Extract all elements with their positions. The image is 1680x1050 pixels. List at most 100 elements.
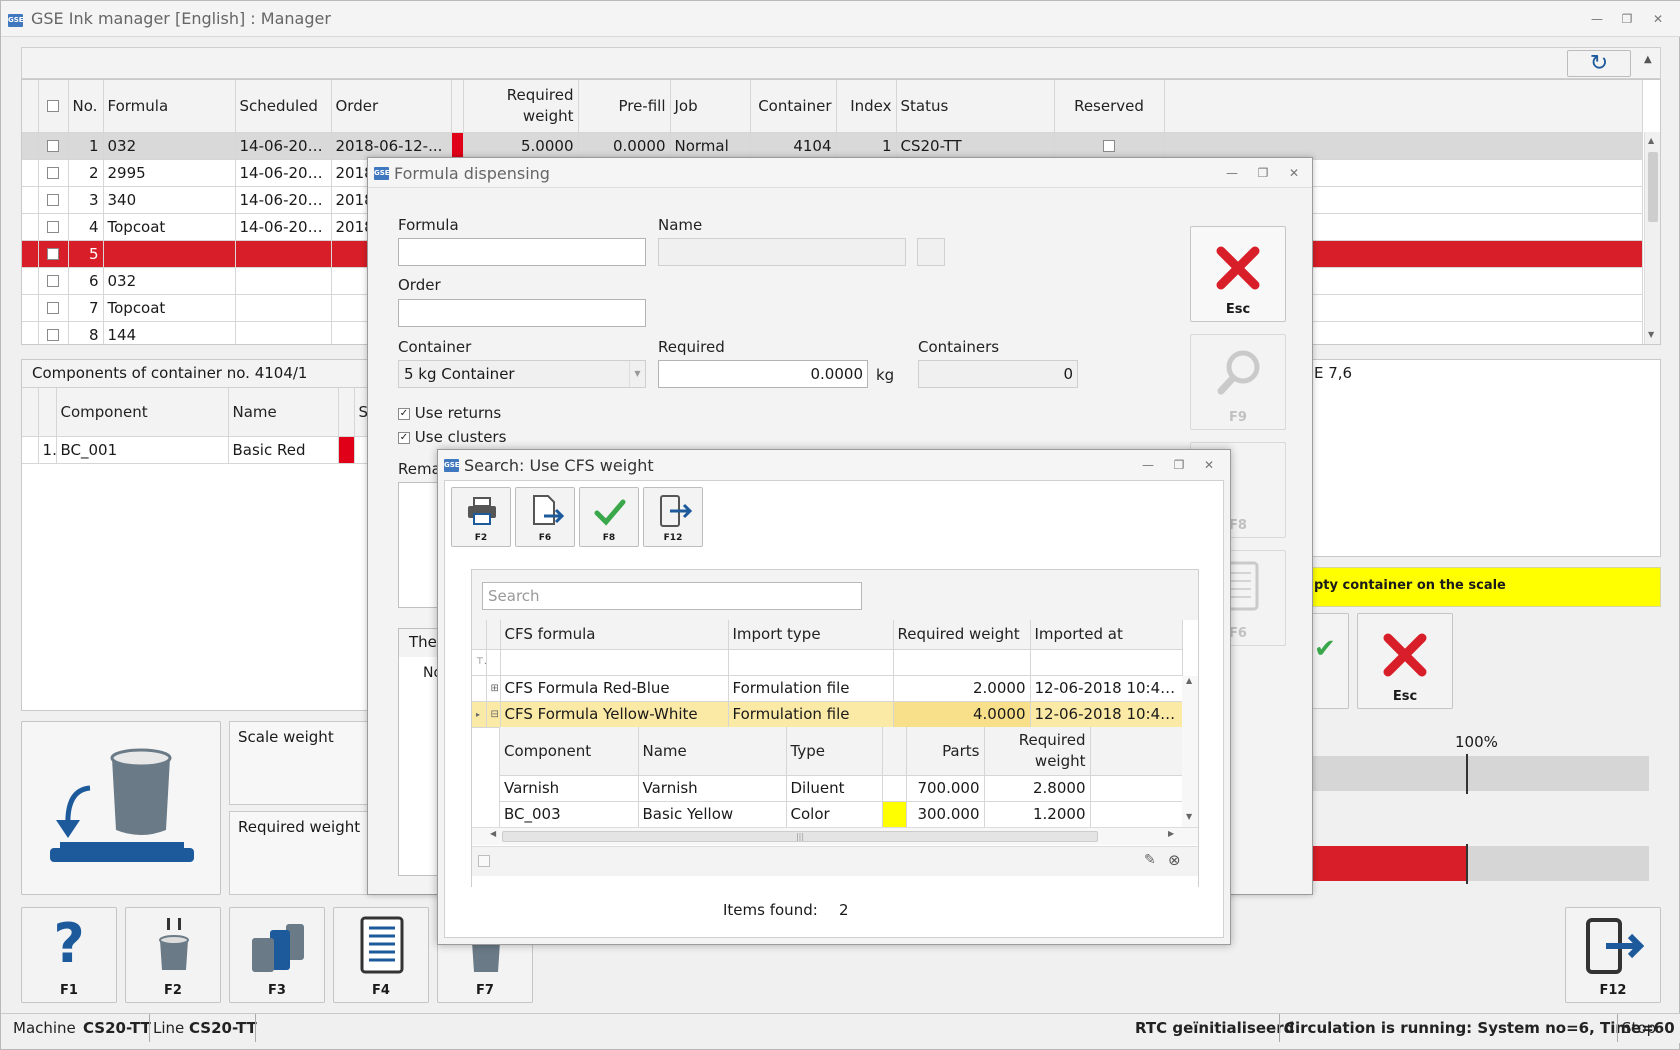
col-name[interactable]: Name bbox=[228, 388, 339, 437]
row-checkbox[interactable] bbox=[38, 240, 69, 268]
clear-filter-icon[interactable]: ⊗ bbox=[1168, 851, 1181, 869]
select-all-checkbox[interactable] bbox=[38, 80, 69, 133]
results-hscrollbar[interactable]: ◀ ||| ▶ bbox=[472, 827, 1198, 845]
jobs-scrollbar[interactable]: ▲ ▼ bbox=[1644, 132, 1660, 344]
expand-icon[interactable]: ⊞ bbox=[486, 675, 501, 702]
row-checkbox[interactable] bbox=[38, 267, 69, 295]
col-imported-at[interactable]: Imported at bbox=[1030, 620, 1183, 650]
table-row-selected[interactable]: ▸ ⊟ CFS Formula Yellow-White Formulation f… bbox=[472, 701, 1183, 728]
col-import-type[interactable]: Import type bbox=[728, 620, 894, 650]
col-cfs-formula[interactable]: CFS formula bbox=[500, 620, 729, 650]
detail-row[interactable]: BC_003 Basic Yellow Color 300.000 1.2000 bbox=[500, 801, 1183, 828]
order-input[interactable] bbox=[398, 299, 646, 327]
collapse-icon[interactable]: ▲ bbox=[1644, 54, 1652, 65]
dialog-title: Formula dispensing bbox=[394, 164, 550, 183]
f4-button[interactable]: F4 bbox=[333, 907, 429, 1003]
row-checkbox[interactable] bbox=[38, 132, 69, 160]
hscroll-thumb[interactable]: ||| bbox=[502, 831, 1098, 842]
row-checkbox[interactable] bbox=[38, 159, 69, 187]
name-input[interactable] bbox=[658, 238, 906, 266]
f3-button[interactable]: F3 bbox=[229, 907, 325, 1003]
col-parts[interactable]: Parts bbox=[906, 727, 985, 776]
col-detail-required-weight[interactable]: Required weight bbox=[984, 727, 1091, 776]
detail-row[interactable]: Varnish Varnish Diluent 700.000 2.8000 bbox=[500, 775, 1183, 802]
components-panel: Components of container no. 4104/1 Compo… bbox=[21, 359, 373, 711]
confirm-button[interactable]: F8 bbox=[579, 487, 639, 547]
col-required-weight[interactable]: Required weight bbox=[893, 620, 1031, 650]
dialog-f9-button[interactable]: F9 bbox=[1190, 334, 1286, 430]
dispense-icon bbox=[159, 918, 189, 970]
table-row[interactable]: ⊞ CFS Formula Red-Blue Formulation file 2.… bbox=[472, 675, 1183, 702]
search-close-button[interactable]: ✕ bbox=[1197, 455, 1221, 475]
color-swatch bbox=[338, 436, 355, 464]
col-name[interactable]: Name bbox=[638, 727, 787, 776]
col-container[interactable]: Container bbox=[750, 80, 837, 133]
formula-input[interactable] bbox=[398, 238, 646, 266]
collapse-row-icon[interactable]: ⊟ bbox=[486, 701, 501, 728]
f1-button[interactable]: ? F1 bbox=[21, 907, 117, 1003]
use-clusters-checkbox[interactable]: ✓ Use clusters bbox=[398, 428, 506, 446]
search-input[interactable]: Search bbox=[482, 582, 862, 610]
col-job[interactable]: Job bbox=[670, 80, 751, 133]
row-checkbox[interactable] bbox=[38, 213, 69, 241]
required-input[interactable]: 0.0000 bbox=[658, 360, 868, 388]
table-row[interactable]: 1 BC_001 Basic Red bbox=[22, 436, 373, 464]
col-no[interactable]: No. bbox=[68, 80, 104, 133]
minimize-button[interactable]: — bbox=[1585, 9, 1609, 29]
rtc-status: RTC geïnitialiseerd bbox=[1135, 1019, 1295, 1037]
f12-exit-button[interactable]: F12 bbox=[1565, 907, 1661, 1003]
required-label: Required bbox=[658, 338, 725, 356]
col-status[interactable]: Status bbox=[896, 80, 1055, 133]
color-swatch bbox=[451, 132, 464, 160]
f2-button[interactable]: F2 bbox=[125, 907, 221, 1003]
restore-button[interactable]: ❐ bbox=[1615, 9, 1639, 29]
dialog-close-button[interactable]: ✕ bbox=[1282, 163, 1306, 183]
row-checkbox[interactable] bbox=[38, 186, 69, 214]
edit-filter-icon[interactable]: ✎ bbox=[1144, 852, 1156, 868]
row-checkbox[interactable] bbox=[38, 294, 69, 322]
export-button[interactable]: F6 bbox=[515, 487, 575, 547]
esc-button-main[interactable]: Esc bbox=[1357, 613, 1453, 709]
col-formula[interactable]: Formula bbox=[103, 80, 236, 133]
refresh-button[interactable]: ↻ bbox=[1567, 50, 1631, 77]
dialog-esc-button[interactable]: Esc bbox=[1190, 226, 1286, 322]
filter-enable-checkbox[interactable] bbox=[478, 855, 490, 867]
color-swatch bbox=[882, 801, 907, 828]
col-component[interactable]: Component bbox=[56, 388, 229, 437]
col-reserved[interactable]: Reserved bbox=[1054, 80, 1165, 133]
filter-row[interactable]: ⊤ bbox=[472, 649, 1183, 676]
use-returns-checkbox[interactable]: ✓ Use returns bbox=[398, 404, 501, 422]
close-button[interactable]: ✕ bbox=[1646, 9, 1670, 29]
formula-label: Formula bbox=[398, 216, 459, 234]
containers-input[interactable]: 0 bbox=[918, 360, 1078, 388]
col-index[interactable]: Index bbox=[836, 80, 897, 133]
search-icon bbox=[1217, 350, 1260, 395]
table-row[interactable]: 1 032 14-06-2018 2018-06-12-... 5.0000 0… bbox=[22, 132, 1643, 160]
scale-button[interactable] bbox=[21, 721, 221, 895]
col-prefill[interactable]: Pre-fill bbox=[578, 80, 671, 133]
exit-button[interactable]: F12 bbox=[643, 487, 703, 547]
scroll-thumb[interactable] bbox=[1648, 152, 1658, 222]
chevron-down-icon[interactable]: ▼ bbox=[629, 361, 645, 387]
notes-text: E 7,6 bbox=[1314, 364, 1353, 382]
dialog-restore-button[interactable]: ❐ bbox=[1251, 163, 1275, 183]
search-minimize-button[interactable]: — bbox=[1136, 455, 1160, 475]
items-found-label: Items found: bbox=[723, 901, 818, 919]
line-label: Line bbox=[153, 1019, 185, 1037]
col-type[interactable]: Type bbox=[786, 727, 883, 776]
col-component[interactable]: Component bbox=[500, 727, 639, 776]
results-vscrollbar[interactable]: ▲ ▼ bbox=[1182, 676, 1198, 828]
col-required-weight[interactable]: Required weight bbox=[463, 80, 579, 133]
dialog-minimize-button[interactable]: — bbox=[1220, 163, 1244, 183]
search-restore-button[interactable]: ❐ bbox=[1167, 455, 1191, 475]
reserved-checkbox[interactable] bbox=[1054, 132, 1165, 160]
cancel-x-icon bbox=[1383, 633, 1427, 677]
name-lookup-button[interactable] bbox=[917, 238, 945, 266]
row-checkbox[interactable] bbox=[38, 321, 69, 344]
col-order[interactable]: Order bbox=[331, 80, 452, 133]
print-button[interactable]: F2 bbox=[451, 487, 511, 547]
container-select[interactable]: 5 kg Container ▼ bbox=[398, 360, 646, 388]
col-scheduled[interactable]: Scheduled bbox=[235, 80, 332, 133]
search-dialog-title: Search: Use CFS weight bbox=[464, 456, 654, 475]
check-icon: ✔ bbox=[1314, 634, 1336, 664]
